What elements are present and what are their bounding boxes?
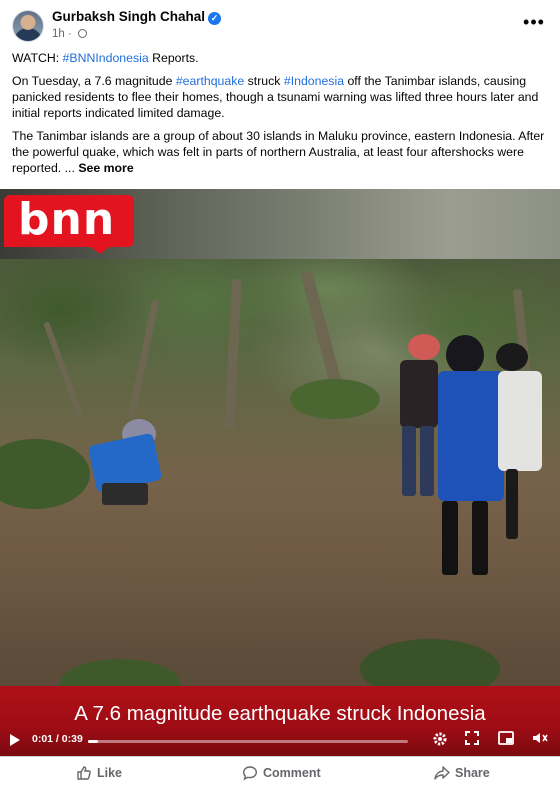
watch-label: WATCH: bbox=[12, 51, 63, 65]
post-header: Gurbaksh Singh Chahal ✓ 1h · ••• bbox=[0, 0, 560, 48]
play-icon[interactable] bbox=[10, 734, 20, 746]
thumbs-up-icon bbox=[77, 766, 91, 780]
action-bar: Like Comment Share bbox=[0, 756, 560, 785]
settings-icon[interactable] bbox=[430, 731, 450, 751]
avatar[interactable] bbox=[12, 10, 44, 42]
para1-text-b: struck bbox=[244, 74, 284, 88]
comment-button[interactable]: Comment bbox=[242, 763, 321, 783]
see-more-link[interactable]: See more bbox=[78, 161, 133, 175]
shrub bbox=[0, 439, 90, 509]
author-name[interactable]: Gurbaksh Singh Chahal ✓ bbox=[52, 9, 222, 25]
video-time: 0:01 / 0:39 bbox=[32, 733, 83, 745]
para1-text-a: On Tuesday, a 7.6 magnitude bbox=[12, 74, 176, 88]
post-line-1: WATCH: #BNNIndonesia Reports. bbox=[12, 50, 552, 66]
hashtag-earthquake[interactable]: #earthquake bbox=[176, 74, 244, 88]
video-player[interactable]: bnn A 7.6 magnitude earthquake struck In… bbox=[0, 189, 560, 756]
comment-icon bbox=[242, 766, 258, 781]
bnn-logo-tail bbox=[88, 245, 112, 254]
shrub bbox=[290, 379, 380, 419]
video-frame bbox=[0, 259, 560, 756]
post-paragraph-1: On Tuesday, a 7.6 magnitude #earthquake … bbox=[12, 73, 552, 121]
fullscreen-icon[interactable] bbox=[462, 731, 482, 751]
like-button[interactable]: Like bbox=[76, 763, 122, 783]
comment-label: Comment bbox=[263, 766, 321, 780]
share-button[interactable]: Share bbox=[434, 763, 490, 783]
share-label: Share bbox=[455, 766, 490, 780]
post-text: WATCH: #BNNIndonesia Reports. On Tuesday… bbox=[12, 50, 552, 183]
verified-badge-icon: ✓ bbox=[208, 12, 222, 25]
like-label: Like bbox=[97, 766, 123, 780]
video-progress-fill bbox=[88, 740, 98, 743]
mute-icon[interactable] bbox=[530, 731, 550, 751]
video-progress-bar[interactable] bbox=[88, 740, 408, 743]
more-options-button[interactable]: ••• bbox=[522, 12, 546, 36]
post-meta: 1h · bbox=[52, 28, 88, 40]
hashtag-indonesia[interactable]: #Indonesia bbox=[284, 74, 344, 88]
author-name-text[interactable]: Gurbaksh Singh Chahal bbox=[52, 9, 205, 24]
video-controls: 0:01 / 0:39 bbox=[0, 726, 560, 756]
post-time[interactable]: 1h bbox=[52, 28, 65, 40]
post-paragraph-2: The Tanimbar islands are a group of abou… bbox=[12, 128, 552, 176]
hashtag-bnnindonesia[interactable]: #BNNIndonesia bbox=[63, 51, 149, 65]
video-banner: bnn bbox=[0, 189, 560, 259]
globe-icon bbox=[78, 29, 88, 38]
bnn-logo-text: bnn bbox=[18, 194, 116, 245]
video-subtitle: A 7.6 magnitude earthquake struck Indone… bbox=[74, 702, 486, 725]
picture-in-picture-icon[interactable] bbox=[496, 731, 516, 751]
bnn-logo: bnn bbox=[4, 195, 134, 247]
reports-label: Reports. bbox=[148, 51, 199, 65]
share-icon bbox=[434, 766, 450, 780]
